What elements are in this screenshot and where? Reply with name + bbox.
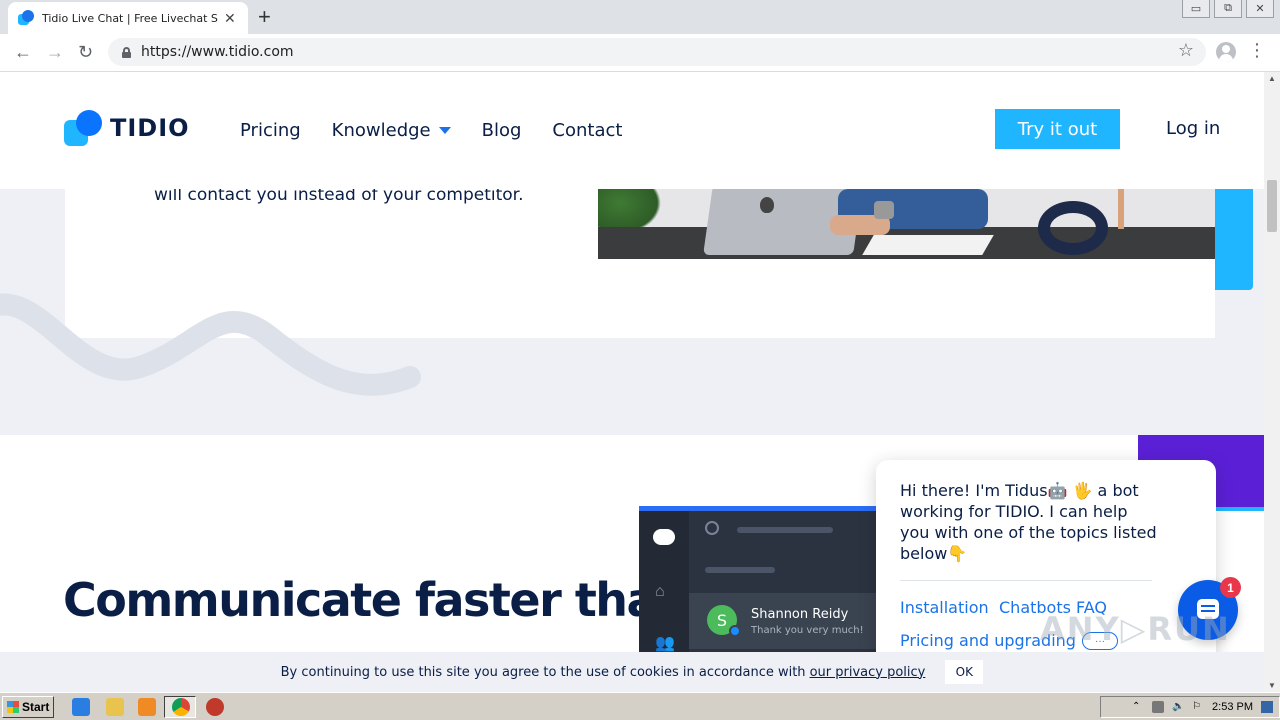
security-app-icon[interactable] (206, 698, 224, 716)
clock: 2:53 PM (1212, 701, 1253, 713)
restore-button[interactable]: ⧉ (1214, 0, 1242, 18)
url-text[interactable]: https://www.tidio.com (141, 44, 294, 60)
nav-pricing[interactable]: Pricing (240, 120, 301, 141)
nav-knowledge-label: Knowledge (331, 120, 431, 141)
tray-chevron-icon[interactable]: ⌃ (1132, 701, 1144, 713)
chatbot-greeting: Hi there! I'm Tidus🤖 🖐 a bot working for… (900, 481, 1157, 563)
start-button[interactable]: Start (2, 696, 54, 718)
start-label: Start (22, 700, 50, 714)
flag-icon[interactable]: ⚐ (1192, 701, 1204, 713)
search-icon (705, 521, 719, 535)
media-player-icon[interactable] (138, 698, 156, 716)
close-window-button[interactable]: ✕ (1246, 0, 1274, 18)
browser-tab[interactable]: Tidio Live Chat | Free Livechat Soluti ✕ (8, 2, 248, 34)
system-tray: ⌃ 🔈 ⚐ 2:53 PM (1100, 696, 1280, 718)
page-scrollbar[interactable]: ▲ ▼ (1264, 72, 1280, 692)
profile-avatar-icon[interactable] (1216, 42, 1236, 62)
main-nav: Pricing Knowledge Blog Contact (240, 120, 622, 141)
tidio-logo[interactable]: TIDIO (64, 110, 190, 146)
tab-close-icon[interactable]: ✕ (224, 10, 236, 27)
logo-text: TIDIO (110, 114, 190, 142)
section-headline: Communicate faster than (63, 573, 689, 627)
headphones-icon (1038, 201, 1108, 255)
volume-icon[interactable]: 🔈 (1172, 701, 1184, 713)
minimize-button[interactable]: ▭ (1182, 0, 1210, 18)
address-bar[interactable]: https://www.tidio.com (108, 38, 1206, 66)
reload-icon[interactable]: ↻ (78, 42, 93, 63)
contact-message: Thank you very much! (751, 625, 864, 636)
scroll-thumb[interactable] (1267, 180, 1277, 232)
home-icon: ⌂ (655, 583, 665, 600)
contact-name: Shannon Reidy (751, 607, 849, 622)
internet-explorer-icon[interactable] (72, 698, 90, 716)
site-header: TIDIO Pricing Knowledge Blog Contact Try… (0, 72, 1264, 189)
forward-arrow-icon[interactable]: → (46, 42, 64, 63)
cookie-text: By continuing to use this site you agree… (280, 664, 806, 680)
browser-menu-icon[interactable]: ⋮ (1248, 40, 1266, 61)
conversation-row: S Shannon Reidy Thank you very much! (689, 593, 889, 649)
chrome-icon (172, 698, 190, 716)
browser-titlebar: Tidio Live Chat | Free Livechat Soluti ✕… (0, 0, 1280, 34)
chevron-down-icon (438, 127, 451, 134)
users-icon: 👥 (655, 635, 675, 652)
scroll-down-arrow-icon[interactable]: ▼ (1268, 681, 1276, 690)
windows-logo-icon (7, 701, 19, 713)
apple-logo-icon (760, 197, 774, 213)
laptop-photo (598, 189, 1215, 259)
popup-divider (900, 580, 1152, 581)
back-arrow-icon[interactable]: ← (14, 42, 32, 63)
privacy-policy-link[interactable]: our privacy policy (810, 665, 926, 680)
tidio-logo-icon (64, 110, 102, 146)
scroll-up-arrow-icon[interactable]: ▲ (1268, 74, 1276, 83)
browser-toolbar: ← → ↻ https://www.tidio.com ☆ ⋮ (0, 34, 1280, 72)
decorative-wave (0, 293, 421, 396)
bookmark-star-icon[interactable]: ☆ (1178, 40, 1194, 61)
folder-icon[interactable] (106, 698, 124, 716)
mockup-placeholder-bar (705, 567, 775, 573)
cookie-banner: By continuing to use this site you agree… (0, 652, 1264, 692)
notification-badge: 1 (1220, 577, 1241, 598)
cookie-ok-button[interactable]: OK (945, 660, 984, 684)
network-icon[interactable] (1152, 701, 1165, 713)
try-it-out-button[interactable]: Try it out (995, 109, 1120, 149)
chat-bubble-icon (653, 529, 675, 545)
anyrun-watermark: ANY▷RUN (1040, 610, 1231, 648)
tidio-favicon-icon (18, 10, 34, 26)
window-controls: ▭ ⧉ ✕ (1182, 0, 1274, 18)
messenger-icon (729, 625, 741, 637)
option-installation[interactable]: Installation (900, 598, 989, 617)
windows-taskbar: Start ⌃ 🔈 ⚐ 2:53 PM (0, 692, 1280, 720)
login-link[interactable]: Log in (1166, 118, 1220, 139)
nav-knowledge[interactable]: Knowledge (332, 120, 451, 141)
tab-title: Tidio Live Chat | Free Livechat Soluti (42, 11, 218, 25)
page-viewport: TIDIO Pricing Knowledge Blog Contact Try… (0, 72, 1264, 692)
nav-blog[interactable]: Blog (482, 120, 522, 141)
show-desktop-icon[interactable] (1261, 701, 1273, 713)
mockup-placeholder-bar (737, 527, 833, 533)
new-tab-button[interactable]: + (258, 4, 271, 30)
nav-contact[interactable]: Contact (552, 120, 622, 141)
lock-icon[interactable] (122, 46, 131, 58)
